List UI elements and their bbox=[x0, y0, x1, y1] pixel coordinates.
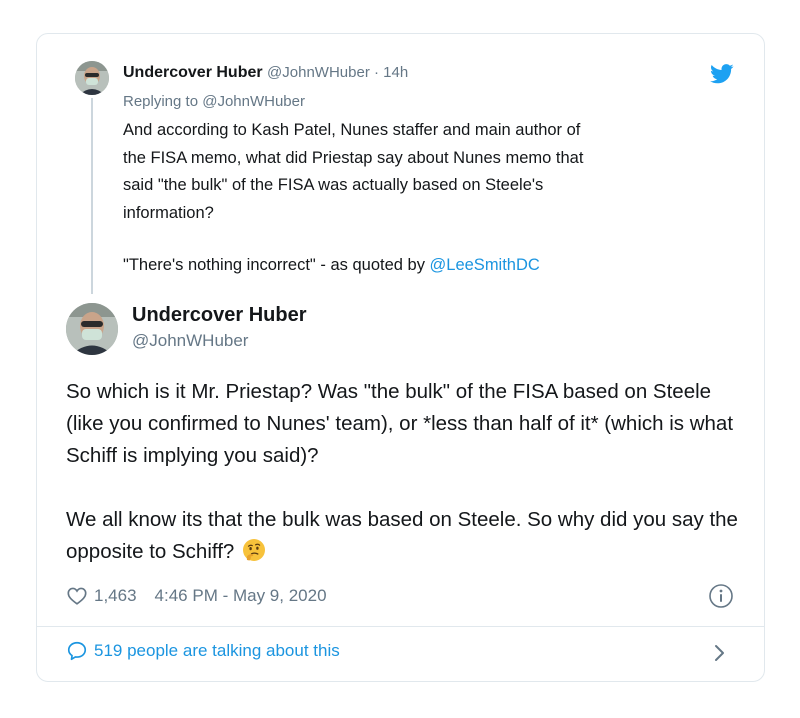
replying-to-handle[interactable]: @JohnWHuber bbox=[202, 93, 305, 110]
mention-link[interactable]: @LeeSmithDC bbox=[430, 256, 540, 274]
main-avatar[interactable] bbox=[66, 303, 118, 355]
tweet-paragraph-2: We all know its that the bulk was based … bbox=[66, 504, 746, 568]
parent-avatar[interactable] bbox=[75, 61, 109, 95]
quote-text: "There's nothing incorrect" - as quoted … bbox=[123, 256, 430, 274]
info-icon[interactable] bbox=[708, 583, 734, 609]
heart-icon[interactable] bbox=[66, 585, 88, 607]
thread-connector-line bbox=[91, 98, 93, 294]
replying-to-line: Replying to @JohnWHuber bbox=[123, 93, 305, 110]
talking-about-text[interactable]: 519 people are talking about this bbox=[94, 641, 340, 661]
tweet-meta-row: 1,463 4:46 PM - May 9, 2020 bbox=[66, 584, 327, 608]
parent-quote-line: "There's nothing incorrect" - as quoted … bbox=[123, 256, 540, 275]
replying-to-prefix: Replying to bbox=[123, 93, 203, 110]
tweet-paragraph-1: So which is it Mr. Priestap? Was "the bu… bbox=[66, 380, 734, 467]
meta-separator: · bbox=[369, 64, 384, 81]
speech-bubble-icon bbox=[67, 641, 87, 661]
chevron-right-icon[interactable] bbox=[712, 643, 728, 663]
like-count[interactable]: 1,463 bbox=[94, 586, 137, 606]
twitter-bird-icon[interactable] bbox=[710, 64, 734, 84]
parent-tweet-header: Undercover Huber @JohnWHuber · 14h bbox=[123, 64, 408, 82]
footer-divider bbox=[37, 626, 764, 627]
main-display-name[interactable]: Undercover Huber bbox=[132, 304, 307, 327]
parent-time-ago[interactable]: 14h bbox=[383, 64, 408, 81]
conversation-link[interactable]: 519 people are talking about this bbox=[66, 640, 340, 662]
parent-display-name[interactable]: Undercover Huber bbox=[123, 64, 263, 81]
main-tweet-text: So which is it Mr. Priestap? Was "the bu… bbox=[66, 376, 746, 568]
main-handle[interactable]: @JohnWHuber bbox=[132, 331, 248, 351]
tweet-timestamp[interactable]: 4:46 PM - May 9, 2020 bbox=[155, 586, 327, 606]
parent-handle[interactable]: @JohnWHuber bbox=[267, 64, 370, 81]
parent-tweet-text: And according to Kash Patel, Nunes staff… bbox=[123, 121, 584, 222]
tweet-paragraph-2-text: We all know its that the bulk was based … bbox=[66, 508, 738, 563]
thinking-face-emoji bbox=[243, 539, 265, 561]
